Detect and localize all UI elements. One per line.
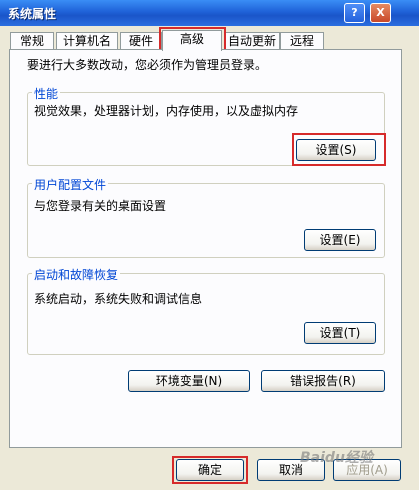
tab-general[interactable]: 常规 [10, 32, 54, 49]
tab-computer-name[interactable]: 计算机名 [56, 32, 118, 49]
system-properties-window: 系统属性 ? X 常规 计算机名 硬件 高级 自动更新 远程 要进行大多数改动，… [0, 0, 419, 490]
highlight-performance-settings [292, 133, 386, 166]
highlight-ok-button [172, 456, 248, 484]
tab-remote[interactable]: 远程 [280, 32, 324, 49]
startup-recovery-description: 系统启动，系统失败和调试信息 [34, 292, 203, 306]
performance-description: 视觉效果，处理器计划，内存使用，以及虚拟内存 [34, 104, 299, 118]
startup-recovery-legend: 启动和故障恢复 [32, 266, 121, 283]
error-reporting-button[interactable]: 错误报告(R) [261, 370, 385, 392]
watermark: Baidu经验 [300, 450, 373, 466]
environment-variables-button[interactable]: 环境变量(N) [128, 370, 250, 392]
tab-automatic-updates[interactable]: 自动更新 [224, 32, 280, 49]
tab-advanced[interactable]: 高级 [162, 30, 222, 51]
user-profiles-settings-button[interactable]: 设置(E) [304, 229, 376, 251]
startup-recovery-settings-button[interactable]: 设置(T) [304, 322, 376, 344]
user-profiles-description: 与您登录有关的桌面设置 [34, 199, 167, 213]
user-profiles-legend: 用户配置文件 [32, 176, 109, 193]
tab-hardware[interactable]: 硬件 [120, 32, 162, 49]
window-title: 系统属性 [8, 7, 57, 21]
admin-notice: 要进行大多数改动，您必须作为管理员登录。 [27, 58, 268, 72]
help-button[interactable]: ? [344, 3, 365, 23]
performance-legend: 性能 [32, 85, 61, 102]
close-button[interactable]: X [370, 3, 391, 23]
title-bar[interactable]: 系统属性 ? X [0, 0, 419, 26]
